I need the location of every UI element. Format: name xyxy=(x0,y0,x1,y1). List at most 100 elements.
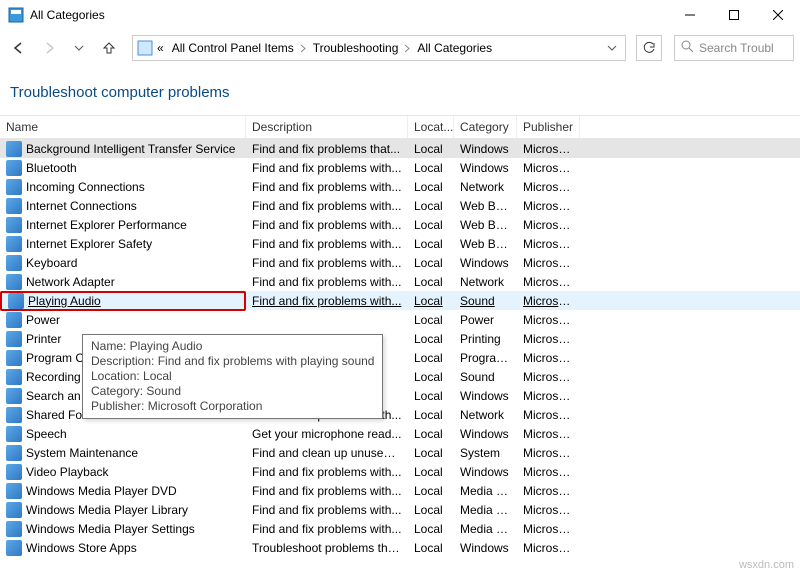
cell-location: Local xyxy=(408,541,454,555)
troubleshooter-icon xyxy=(8,293,24,309)
cell-location: Local xyxy=(408,503,454,517)
cell-category: Media P... xyxy=(454,503,517,517)
row-name-label: Recording xyxy=(26,370,81,384)
column-header-category[interactable]: Category xyxy=(454,116,517,138)
row-name-label: Speech xyxy=(26,427,67,441)
row-name-label: Windows Media Player Library xyxy=(26,503,188,517)
table-row[interactable]: BluetoothFind and fix problems with...Lo… xyxy=(0,158,800,177)
maximize-button[interactable] xyxy=(712,0,756,30)
cell-name: Speech xyxy=(0,426,246,442)
refresh-button[interactable] xyxy=(636,35,662,61)
address-dropdown[interactable] xyxy=(603,43,621,53)
cell-location: Local xyxy=(408,522,454,536)
breadcrumb-item[interactable]: All Control Panel Items xyxy=(168,39,298,57)
breadcrumb-item[interactable]: All Categories xyxy=(413,39,496,57)
tooltip-line: Location: Local xyxy=(91,369,374,384)
cell-name: Windows Media Player DVD xyxy=(0,483,246,499)
table-row[interactable]: Incoming ConnectionsFind and fix problem… xyxy=(0,177,800,196)
cell-publisher: Microso... xyxy=(517,332,580,346)
column-header-description[interactable]: Description xyxy=(246,116,408,138)
column-header-name[interactable]: Name xyxy=(0,116,246,138)
cell-publisher: Microso... xyxy=(517,256,580,270)
row-name-label: Internet Explorer Performance xyxy=(26,218,187,232)
cell-publisher: Microso... xyxy=(517,446,580,460)
breadcrumb-ellipsis[interactable]: « xyxy=(153,39,168,57)
cell-description: Find and fix problems with... xyxy=(246,218,408,232)
row-name-label: Keyboard xyxy=(26,256,77,270)
cell-location: Local xyxy=(408,218,454,232)
row-name-label: Printer xyxy=(26,332,61,346)
table-row[interactable]: Windows Store AppsTroubleshoot problems … xyxy=(0,538,800,557)
cell-location: Local xyxy=(408,294,454,308)
column-header-publisher[interactable]: Publisher xyxy=(517,116,580,138)
cell-category: Windows xyxy=(454,541,517,555)
back-button[interactable] xyxy=(6,35,32,61)
close-button[interactable] xyxy=(756,0,800,30)
cell-name: Internet Explorer Safety xyxy=(0,236,246,252)
cell-name: Keyboard xyxy=(0,255,246,271)
cell-description: Find and fix problems with... xyxy=(246,275,408,289)
cell-description: Find and fix problems with... xyxy=(246,503,408,517)
table-row[interactable]: System MaintenanceFind and clean up unus… xyxy=(0,443,800,462)
table-row[interactable]: PowerLocalPowerMicroso... xyxy=(0,310,800,329)
table-row[interactable]: Internet Explorer SafetyFind and fix pro… xyxy=(0,234,800,253)
troubleshooter-icon xyxy=(6,464,22,480)
cell-description: Find and fix problems with... xyxy=(246,484,408,498)
cell-publisher: Microso... xyxy=(517,427,580,441)
cell-location: Local xyxy=(408,389,454,403)
cell-location: Local xyxy=(408,313,454,327)
row-name-label: Playing Audio xyxy=(28,294,101,308)
recent-dropdown[interactable] xyxy=(66,35,92,61)
cell-name: Bluetooth xyxy=(0,160,246,176)
table-row[interactable]: Background Intelligent Transfer ServiceF… xyxy=(0,139,800,158)
cell-category: Programs xyxy=(454,351,517,365)
breadcrumb-item[interactable]: Troubleshooting xyxy=(309,39,403,57)
cell-location: Local xyxy=(408,465,454,479)
cell-description: Find and fix problems with... xyxy=(246,199,408,213)
cell-category: Network xyxy=(454,180,517,194)
up-button[interactable] xyxy=(96,35,122,61)
cell-category: Printing xyxy=(454,332,517,346)
row-name-label: Internet Explorer Safety xyxy=(26,237,152,251)
chevron-right-icon[interactable] xyxy=(404,44,411,53)
cell-publisher: Microso... xyxy=(517,541,580,555)
cell-name: System Maintenance xyxy=(0,445,246,461)
table-row[interactable]: Internet ConnectionsFind and fix problem… xyxy=(0,196,800,215)
cell-description: Find and fix problems with... xyxy=(246,161,408,175)
cell-publisher: Microso... xyxy=(517,465,580,479)
table-row[interactable]: KeyboardFind and fix problems with...Loc… xyxy=(0,253,800,272)
row-name-label: Network Adapter xyxy=(26,275,115,289)
minimize-button[interactable] xyxy=(668,0,712,30)
table-row[interactable]: SpeechGet your microphone read...LocalWi… xyxy=(0,424,800,443)
cell-location: Local xyxy=(408,332,454,346)
cell-publisher: Microso... xyxy=(517,218,580,232)
column-header-location[interactable]: Locat... xyxy=(408,116,454,138)
row-name-label: Windows Media Player Settings xyxy=(26,522,195,536)
troubleshooter-icon xyxy=(6,369,22,385)
search-input[interactable]: Search Troubl xyxy=(674,35,794,61)
troubleshooter-icon xyxy=(6,540,22,556)
table-row[interactable]: Playing AudioFind and fix problems with.… xyxy=(0,291,800,310)
cell-description: Find and clean up unused f... xyxy=(246,446,408,460)
table-row[interactable]: Internet Explorer Performance Find and fi… xyxy=(0,215,800,234)
cell-category: Network xyxy=(454,275,517,289)
cell-publisher: Microso... xyxy=(517,237,580,251)
troubleshooter-icon xyxy=(6,274,22,290)
address-bar[interactable]: « All Control Panel Items Troubleshootin… xyxy=(132,35,626,61)
troubleshooter-icon xyxy=(6,483,22,499)
cell-category: Media P... xyxy=(454,522,517,536)
table-row[interactable]: Windows Media Player DVDFind and fix pro… xyxy=(0,481,800,500)
row-name-label: Power xyxy=(26,313,60,327)
cell-category: Windows xyxy=(454,161,517,175)
chevron-right-icon[interactable] xyxy=(300,44,307,53)
table-row[interactable]: Network Adapter Find and fix problems wit… xyxy=(0,272,800,291)
table-row[interactable]: Windows Media Player SettingsFind and fi… xyxy=(0,519,800,538)
location-icon xyxy=(137,40,153,56)
cell-location: Local xyxy=(408,275,454,289)
table-row[interactable]: Video PlaybackFind and fix problems with… xyxy=(0,462,800,481)
cell-publisher: Microso... xyxy=(517,313,580,327)
cell-publisher: Microso... xyxy=(517,484,580,498)
forward-button[interactable] xyxy=(36,35,62,61)
cell-location: Local xyxy=(408,237,454,251)
table-row[interactable]: Windows Media Player Library Find and fix… xyxy=(0,500,800,519)
